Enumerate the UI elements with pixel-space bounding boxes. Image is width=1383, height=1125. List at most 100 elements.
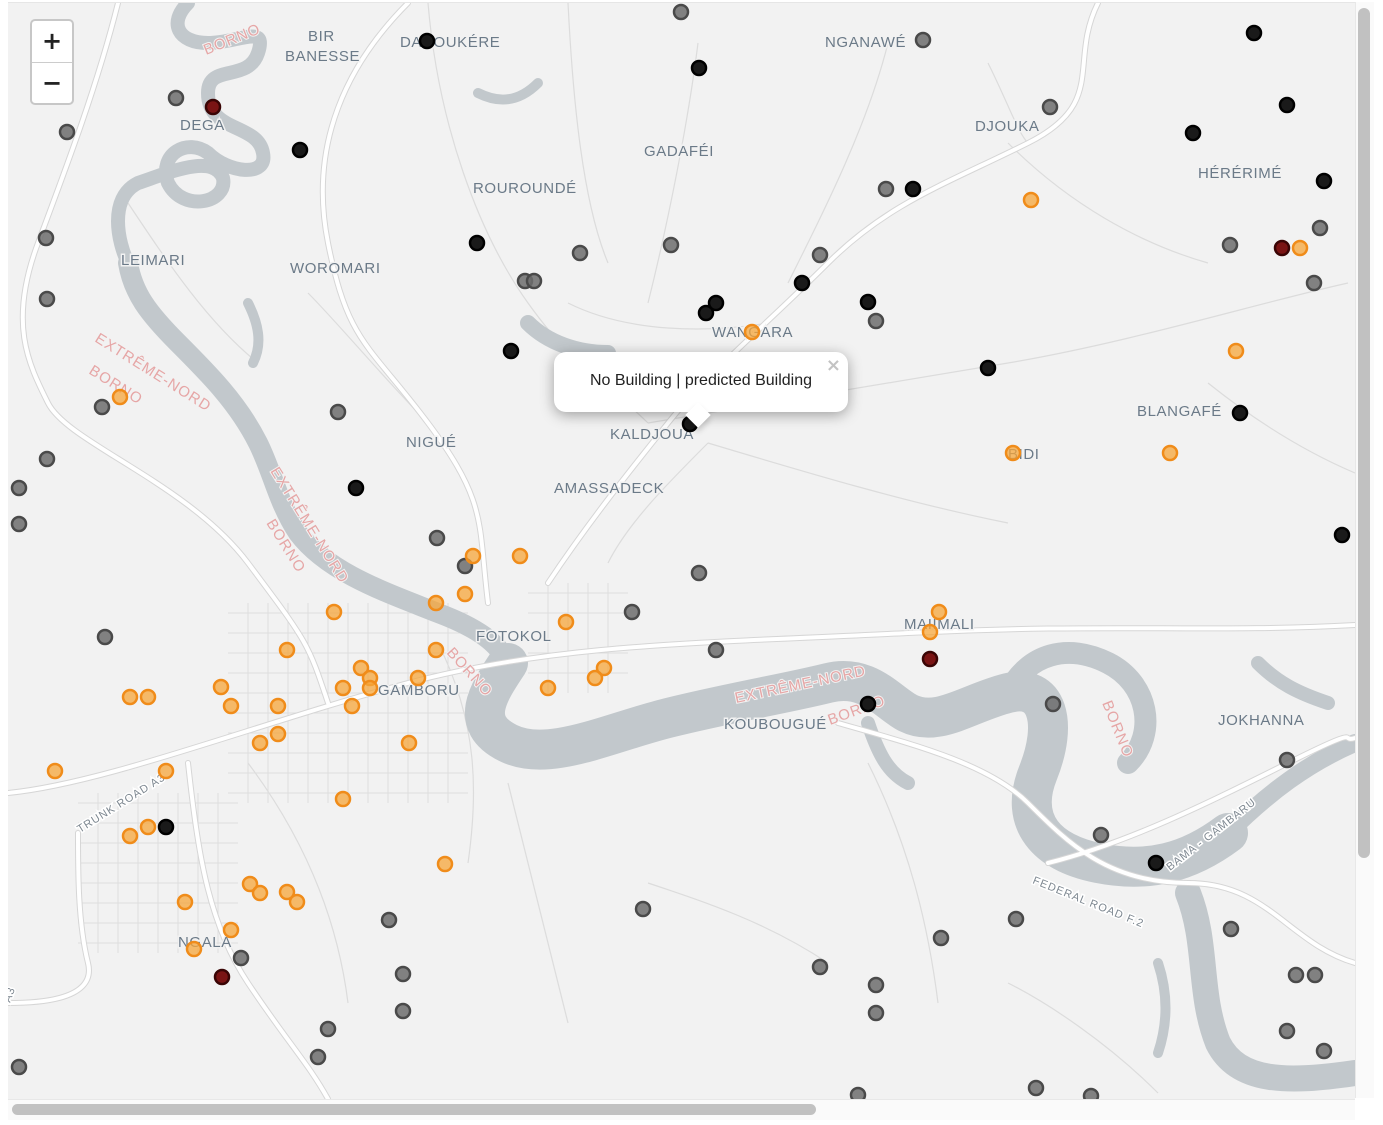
- marker-black[interactable]: [690, 59, 708, 77]
- marker-orange[interactable]: [325, 603, 343, 621]
- marker-darkred[interactable]: [204, 98, 222, 116]
- marker-gray[interactable]: [1311, 219, 1329, 237]
- marker-black[interactable]: [1184, 124, 1202, 142]
- marker-gray[interactable]: [690, 564, 708, 582]
- marker-gray[interactable]: [1044, 695, 1062, 713]
- marker-black[interactable]: [979, 359, 997, 377]
- marker-gray[interactable]: [662, 236, 680, 254]
- marker-orange[interactable]: [743, 323, 761, 341]
- marker-black[interactable]: [1315, 172, 1333, 190]
- marker-orange[interactable]: [212, 678, 230, 696]
- marker-gray[interactable]: [38, 450, 56, 468]
- marker-orange[interactable]: [400, 734, 418, 752]
- marker-black[interactable]: [157, 818, 175, 836]
- marker-orange[interactable]: [251, 884, 269, 902]
- zoom-out-button[interactable]: −: [32, 62, 72, 103]
- marker-gray[interactable]: [867, 312, 885, 330]
- marker-gray[interactable]: [1221, 236, 1239, 254]
- vertical-scrollbar-thumb[interactable]: [1358, 8, 1370, 858]
- marker-gray[interactable]: [707, 641, 725, 659]
- marker-gray[interactable]: [428, 529, 446, 547]
- marker-gray[interactable]: [914, 31, 932, 49]
- marker-orange[interactable]: [427, 641, 445, 659]
- marker-gray[interactable]: [811, 246, 829, 264]
- marker-gray[interactable]: [1278, 751, 1296, 769]
- marker-darkred[interactable]: [1273, 239, 1291, 257]
- horizontal-scrollbar-thumb[interactable]: [12, 1104, 816, 1115]
- marker-gray[interactable]: [1278, 1022, 1296, 1040]
- marker-gray[interactable]: [672, 3, 690, 21]
- marker-gray[interactable]: [329, 403, 347, 421]
- marker-orange[interactable]: [46, 762, 64, 780]
- marker-gray[interactable]: [867, 1004, 885, 1022]
- marker-gray[interactable]: [10, 515, 28, 533]
- marker-orange[interactable]: [176, 893, 194, 911]
- marker-black[interactable]: [468, 234, 486, 252]
- marker-orange[interactable]: [409, 669, 427, 687]
- marker-gray[interactable]: [309, 1048, 327, 1066]
- marker-gray[interactable]: [1041, 98, 1059, 116]
- marker-orange[interactable]: [251, 734, 269, 752]
- marker-gray[interactable]: [1007, 910, 1025, 928]
- marker-gray[interactable]: [571, 244, 589, 262]
- popup-close-button[interactable]: ×: [826, 355, 841, 376]
- zoom-in-button[interactable]: +: [32, 21, 72, 62]
- marker-orange[interactable]: [288, 893, 306, 911]
- marker-black[interactable]: [697, 304, 715, 322]
- marker-black[interactable]: [1147, 854, 1165, 872]
- marker-orange[interactable]: [464, 547, 482, 565]
- marker-orange[interactable]: [1161, 444, 1179, 462]
- marker-orange[interactable]: [343, 697, 361, 715]
- marker-orange[interactable]: [930, 603, 948, 621]
- marker-orange[interactable]: [139, 688, 157, 706]
- marker-orange[interactable]: [111, 388, 129, 406]
- marker-orange[interactable]: [222, 921, 240, 939]
- marker-black[interactable]: [859, 293, 877, 311]
- marker-black[interactable]: [1245, 24, 1263, 42]
- marker-gray[interactable]: [1092, 826, 1110, 844]
- marker-black[interactable]: [1231, 404, 1249, 422]
- marker-orange[interactable]: [278, 641, 296, 659]
- marker-orange[interactable]: [269, 725, 287, 743]
- marker-gray[interactable]: [96, 628, 114, 646]
- marker-orange[interactable]: [456, 585, 474, 603]
- marker-gray[interactable]: [634, 900, 652, 918]
- marker-gray[interactable]: [58, 123, 76, 141]
- marker-orange[interactable]: [157, 762, 175, 780]
- marker-orange[interactable]: [1022, 191, 1040, 209]
- marker-black[interactable]: [1333, 526, 1351, 544]
- map-canvas[interactable]: BIR BANESSE DAROUKÉRE NGANAWÉ DEGA DJOUKA GADA…: [8, 3, 1355, 1099]
- marker-orange[interactable]: [361, 679, 379, 697]
- marker-gray[interactable]: [525, 272, 543, 290]
- marker-orange[interactable]: [334, 679, 352, 697]
- marker-orange[interactable]: [427, 594, 445, 612]
- marker-orange[interactable]: [557, 613, 575, 631]
- marker-orange[interactable]: [921, 623, 939, 641]
- marker-gray[interactable]: [380, 911, 398, 929]
- marker-darkred[interactable]: [213, 968, 231, 986]
- marker-gray[interactable]: [232, 949, 250, 967]
- marker-black[interactable]: [859, 695, 877, 713]
- marker-orange[interactable]: [539, 679, 557, 697]
- marker-orange[interactable]: [1291, 239, 1309, 257]
- marker-gray[interactable]: [394, 965, 412, 983]
- marker-darkred[interactable]: [921, 650, 939, 668]
- marker-black[interactable]: [418, 32, 436, 50]
- marker-black[interactable]: [291, 141, 309, 159]
- marker-orange[interactable]: [511, 547, 529, 565]
- marker-black[interactable]: [502, 342, 520, 360]
- marker-gray[interactable]: [1222, 920, 1240, 938]
- marker-gray[interactable]: [1287, 966, 1305, 984]
- marker-orange[interactable]: [121, 827, 139, 845]
- marker-gray[interactable]: [1306, 966, 1324, 984]
- marker-black[interactable]: [1278, 96, 1296, 114]
- marker-gray[interactable]: [319, 1020, 337, 1038]
- marker-black[interactable]: [793, 274, 811, 292]
- marker-orange[interactable]: [222, 697, 240, 715]
- marker-gray[interactable]: [1027, 1079, 1045, 1097]
- marker-gray[interactable]: [811, 958, 829, 976]
- marker-gray[interactable]: [38, 290, 56, 308]
- marker-gray[interactable]: [1305, 274, 1323, 292]
- marker-orange[interactable]: [139, 818, 157, 836]
- marker-gray[interactable]: [1315, 1042, 1333, 1060]
